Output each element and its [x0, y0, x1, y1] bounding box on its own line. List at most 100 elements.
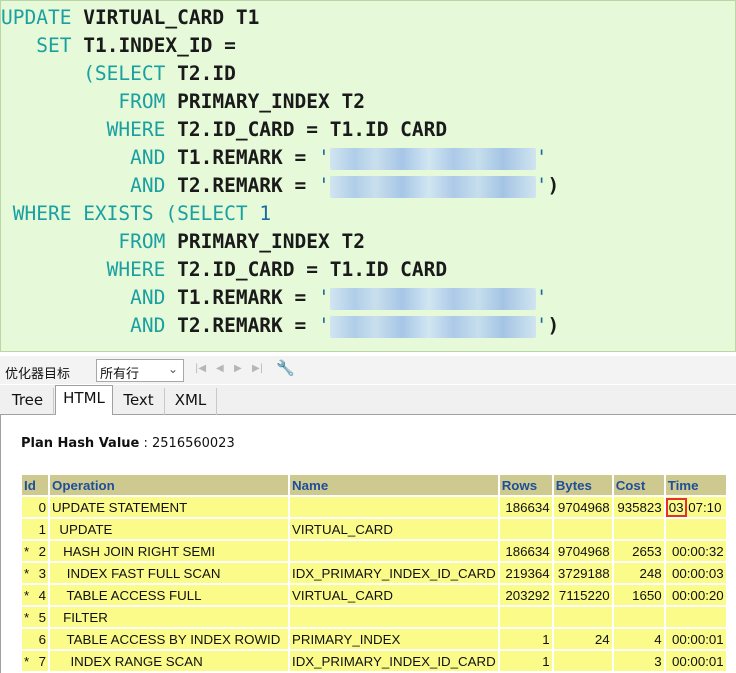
col-header: Id: [22, 475, 48, 495]
row-id: 6: [38, 631, 46, 647]
sql-line: WHERE T2.ID_CARD = T1.ID CARD: [106, 258, 448, 281]
wrench-icon[interactable]: 🔧: [276, 359, 295, 377]
row-id: 1: [38, 521, 46, 537]
cell-name: [290, 607, 498, 627]
cell-name: IDX_PRIMARY_INDEX_ID_CARD: [290, 651, 498, 671]
cell-bytes: [553, 651, 612, 671]
chevron-down-icon: ⌄: [167, 362, 178, 376]
optimizer-goal-value: 所有行: [100, 367, 140, 382]
cell-id: * 7: [22, 651, 48, 671]
cell-name: [290, 541, 498, 561]
predicate-star: *: [24, 653, 30, 669]
col-header: Name: [290, 475, 498, 495]
row-id: 3: [38, 565, 46, 581]
table-row[interactable]: * 2 HASH JOIN RIGHT SEMI 186634 9704968 2653…: [22, 541, 726, 561]
time-value: 00:00:20: [671, 587, 724, 603]
cell-name: [290, 497, 498, 517]
last-icon[interactable]: ▶|: [252, 363, 263, 374]
cell-id: 0: [22, 497, 48, 517]
redacted-string: [329, 287, 536, 310]
cell-id: * 5: [22, 607, 48, 627]
sql-line: FROM PRIMARY_INDEX T2: [118, 90, 365, 113]
cell-id: 1: [22, 519, 48, 539]
cell-id: 6: [22, 629, 48, 649]
cell-bytes: 7115220: [553, 585, 612, 605]
tab-xml[interactable]: XML: [165, 388, 217, 415]
cell-operation: UPDATE: [50, 519, 288, 539]
col-header: Operation: [50, 475, 288, 495]
cell-rows: [499, 519, 552, 539]
cell-cost: 1650: [613, 585, 664, 605]
plan-hash: Plan Hash Value : 2516560023: [21, 436, 235, 451]
time-value: 00:00:01: [671, 653, 724, 669]
next-icon[interactable]: ▶: [234, 363, 242, 374]
sql-editor[interactable]: UPDATE VIRTUAL_CARD T1 SET T1.INDEX_ID =…: [0, 0, 736, 352]
cell-time: 00:00:01: [665, 651, 726, 671]
sql-line: WHERE EXISTS (SELECT 1: [12, 202, 272, 225]
cell-bytes: 3729188: [553, 563, 612, 583]
col-header: Cost: [613, 475, 664, 495]
plan-toolbar: 优化器目标 所有行 ⌄ |◀ ◀ ▶ ▶| 🔧: [0, 356, 736, 384]
time-value: 00:00:03: [671, 565, 724, 581]
redacted-string: [329, 175, 536, 198]
table-row[interactable]: 6 TABLE ACCESS BY INDEX ROWID PRIMARY_IND…: [22, 629, 726, 649]
redacted-string: [329, 147, 536, 170]
cell-rows: 186634: [499, 541, 552, 561]
plan-hash-value: : 2516560023: [143, 436, 235, 451]
cell-time: 03 07:10: [665, 497, 726, 517]
cell-cost: 4: [613, 629, 664, 649]
execution-plan-panel: Plan Hash Value : 2516560023 Id Operatio…: [0, 415, 736, 673]
cell-bytes: 9704968: [553, 497, 612, 517]
cell-bytes: [553, 519, 612, 539]
cell-operation: INDEX RANGE SCAN: [50, 651, 288, 671]
cell-bytes: 24: [553, 629, 612, 649]
sql-line: UPDATE VIRTUAL_CARD T1: [1, 6, 260, 29]
cell-bytes: [553, 607, 612, 627]
prev-icon[interactable]: ◀: [216, 363, 224, 374]
cell-time: [665, 607, 726, 627]
cell-rows: 186634: [499, 497, 552, 517]
row-id: 0: [38, 499, 46, 515]
sql-line: AND T1.REMARK = ' ': [130, 146, 548, 170]
table-row[interactable]: 0 UPDATE STATEMENT 186634 9704968 935823 03 0…: [22, 497, 726, 517]
table-row[interactable]: * 4 TABLE ACCESS FULL VIRTUAL_CARD 203292 71…: [22, 585, 726, 605]
cell-rows: 1: [499, 629, 552, 649]
sql-line: AND T2.REMARK = ' '): [130, 314, 560, 338]
table-row[interactable]: * 5 FILTER: [22, 607, 726, 627]
cell-operation: FILTER: [50, 607, 288, 627]
col-header: Time: [665, 475, 726, 495]
cell-rows: 219364: [499, 563, 552, 583]
row-id: 2: [38, 543, 46, 559]
table-row[interactable]: * 7 INDEX RANGE SCAN IDX_PRIMARY_INDEX_ID_…: [22, 651, 726, 671]
cell-cost: 935823: [613, 497, 664, 517]
time-value: 00:00:32: [671, 543, 724, 559]
tab-tree[interactable]: Tree: [2, 388, 54, 415]
tab-text[interactable]: Text: [113, 388, 165, 415]
cell-operation: UPDATE STATEMENT: [50, 497, 288, 517]
optimizer-goal-label: 优化器目标: [5, 367, 71, 382]
tab-html[interactable]: HTML: [55, 385, 113, 416]
cell-name: VIRTUAL_CARD: [290, 585, 498, 605]
cell-id: * 3: [22, 563, 48, 583]
optimizer-goal-select[interactable]: 所有行 ⌄: [96, 359, 184, 382]
time-value: 07:10: [684, 499, 722, 515]
table-row[interactable]: * 3 INDEX FAST FULL SCAN IDX_PRIMARY_INDEX…: [22, 563, 726, 583]
redacted-string: [329, 315, 536, 338]
first-icon[interactable]: |◀: [195, 363, 206, 374]
table-row[interactable]: 1 UPDATE VIRTUAL_CARD: [22, 519, 726, 539]
cell-operation: TABLE ACCESS BY INDEX ROWID: [50, 629, 288, 649]
predicate-star: *: [24, 543, 30, 559]
cell-operation: TABLE ACCESS FULL: [50, 585, 288, 605]
cell-time: [665, 519, 726, 539]
cell-rows: 203292: [499, 585, 552, 605]
col-header: Bytes: [553, 475, 612, 495]
cell-operation: INDEX FAST FULL SCAN: [50, 563, 288, 583]
row-id: 5: [38, 609, 46, 625]
cell-name: PRIMARY_INDEX: [290, 629, 498, 649]
cell-name: IDX_PRIMARY_INDEX_ID_CARD: [290, 563, 498, 583]
predicate-star: *: [24, 565, 30, 581]
sql-line: AND T1.REMARK = ' ': [130, 286, 548, 310]
cell-cost: 248: [613, 563, 664, 583]
predicate-star: *: [24, 609, 30, 625]
cell-cost: [613, 607, 664, 627]
